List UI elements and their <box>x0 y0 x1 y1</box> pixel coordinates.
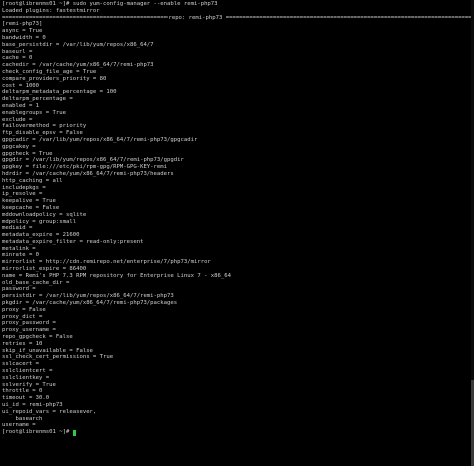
prompt-text: [root@librenms01 ~]# <box>2 429 73 436</box>
config-line: proxy = False <box>2 306 46 313</box>
config-line: mdpolicy = group:small <box>2 218 77 225</box>
config-line: bandwidth = 0 <box>2 34 46 41</box>
config-line: exclude = <box>2 116 33 123</box>
config-line: ftp_disable_epsv = False <box>2 130 83 137</box>
config-line: enabled = 1 <box>2 102 40 109</box>
config-line: [remi-php73] <box>2 21 43 28</box>
repo-config-list: [remi-php73] async = True bandwidth = 0 bas… <box>2 21 472 429</box>
config-line: skip_if_unavailable = False <box>2 347 93 354</box>
config-line: http_caching = all <box>2 177 63 184</box>
config-line: hdrdir = /var/cache/yum/x86_64/7/remi-ph… <box>2 170 174 177</box>
config-line: proxy_username = <box>2 327 56 334</box>
config-line: metadata_expire_filter = read-only:prese… <box>2 238 144 245</box>
block-cursor-icon <box>72 429 77 436</box>
config-line: deltarpm_percentage = <box>2 96 73 103</box>
repo-header-title: repo: remi-php73 <box>168 14 223 21</box>
config-line: failovermethod = priority <box>2 123 87 130</box>
config-line: repo_gpgcheck = False <box>2 334 73 341</box>
config-line: ui_repoid_vars = releasever, <box>2 408 97 415</box>
repo-header-rule-left: ========================================… <box>2 14 169 21</box>
loaded-plugins-line: Loaded plugins: fastestmirror <box>2 7 100 14</box>
config-line: mirrorlist = http://cdn.remirepo.net/ent… <box>2 259 211 266</box>
command-line: [root@librenms01 ~]# sudo yum-config-man… <box>2 1 218 7</box>
config-line: minrate = 0 <box>2 252 40 259</box>
config-line: check_config_file_age = True <box>2 68 97 75</box>
terminal-window[interactable]: [root@librenms01 ~]# sudo yum-config-man… <box>0 0 474 466</box>
config-line: old_base_cache_dir = <box>2 279 70 286</box>
active-prompt[interactable]: [root@librenms01 ~]# <box>2 429 472 436</box>
config-line: keepcache = False <box>2 204 60 211</box>
config-line: proxy_password = <box>2 320 56 327</box>
config-line: gpgkey = file:///etc/pki/rpm-gpg/RPM-GPG… <box>2 164 168 171</box>
config-line: sslcacert = <box>2 361 40 368</box>
repo-header-rule-right: ========================================… <box>225 14 472 21</box>
config-line: retries = 10 <box>2 340 43 347</box>
repo-header: ========================================… <box>2 15 472 22</box>
config-line: ssl_check_cert_permissions = True <box>2 354 114 361</box>
config-line: includepkgs = <box>2 184 46 191</box>
config-line: gpgcheck = True <box>2 150 53 157</box>
config-line: cachedir = /var/cache/yum/x86_64/7/remi-… <box>2 62 154 69</box>
config-line: enablegroups = True <box>2 109 66 116</box>
config-line: proxy_dict = <box>2 313 43 320</box>
config-line: name = Remi's PHP 7.3 RPM repository for… <box>2 272 232 279</box>
config-line: mirrorlist_expire = 86400 <box>2 266 87 273</box>
config-line: async = True <box>2 28 43 35</box>
config-line: username = <box>2 422 36 429</box>
config-line: ip_resolve = <box>2 191 43 198</box>
config-line: baseurl = <box>2 48 33 55</box>
config-line: password = <box>2 286 36 293</box>
config-line: timeout = 30.0 <box>2 395 50 402</box>
config-line: metadata_expire = 21600 <box>2 232 80 239</box>
config-line: sslverify = True <box>2 381 56 388</box>
config-line: base_persistdir = /var/lib/yum/repos/x86… <box>2 41 154 48</box>
config-line: basearch <box>2 415 43 422</box>
config-line: keepalive = True <box>2 198 56 205</box>
config-line: ui_id = remi-php73 <box>2 402 63 409</box>
config-line: deltarpm_metadata_percentage = 100 <box>2 89 117 96</box>
config-line: cache = 0 <box>2 55 33 62</box>
config-line: mediaid = <box>2 225 33 232</box>
config-line: gpgdir = /var/lib/yum/repos/x86_64/7/rem… <box>2 157 184 164</box>
config-line: cost = 1000 <box>2 82 40 89</box>
config-line: sslclientcert = <box>2 368 53 375</box>
config-line: gpgcakey = <box>2 143 36 150</box>
config-line: mddownloadpolicy = sqlite <box>2 211 87 218</box>
config-line: metalink = <box>2 245 36 252</box>
config-line: compare_providers_priority = 80 <box>2 75 107 82</box>
config-line: throttle = 0 <box>2 388 43 395</box>
config-line: sslclientkey = <box>2 374 50 381</box>
config-line: persistdir = /var/lib/yum/repos/x86_64/7… <box>2 293 174 300</box>
config-line: pkgdir = /var/cache/yum/x86_64/7/remi-ph… <box>2 300 178 307</box>
config-line: gpgcadir = /var/lib/yum/repos/x86_64/7/r… <box>2 136 198 143</box>
